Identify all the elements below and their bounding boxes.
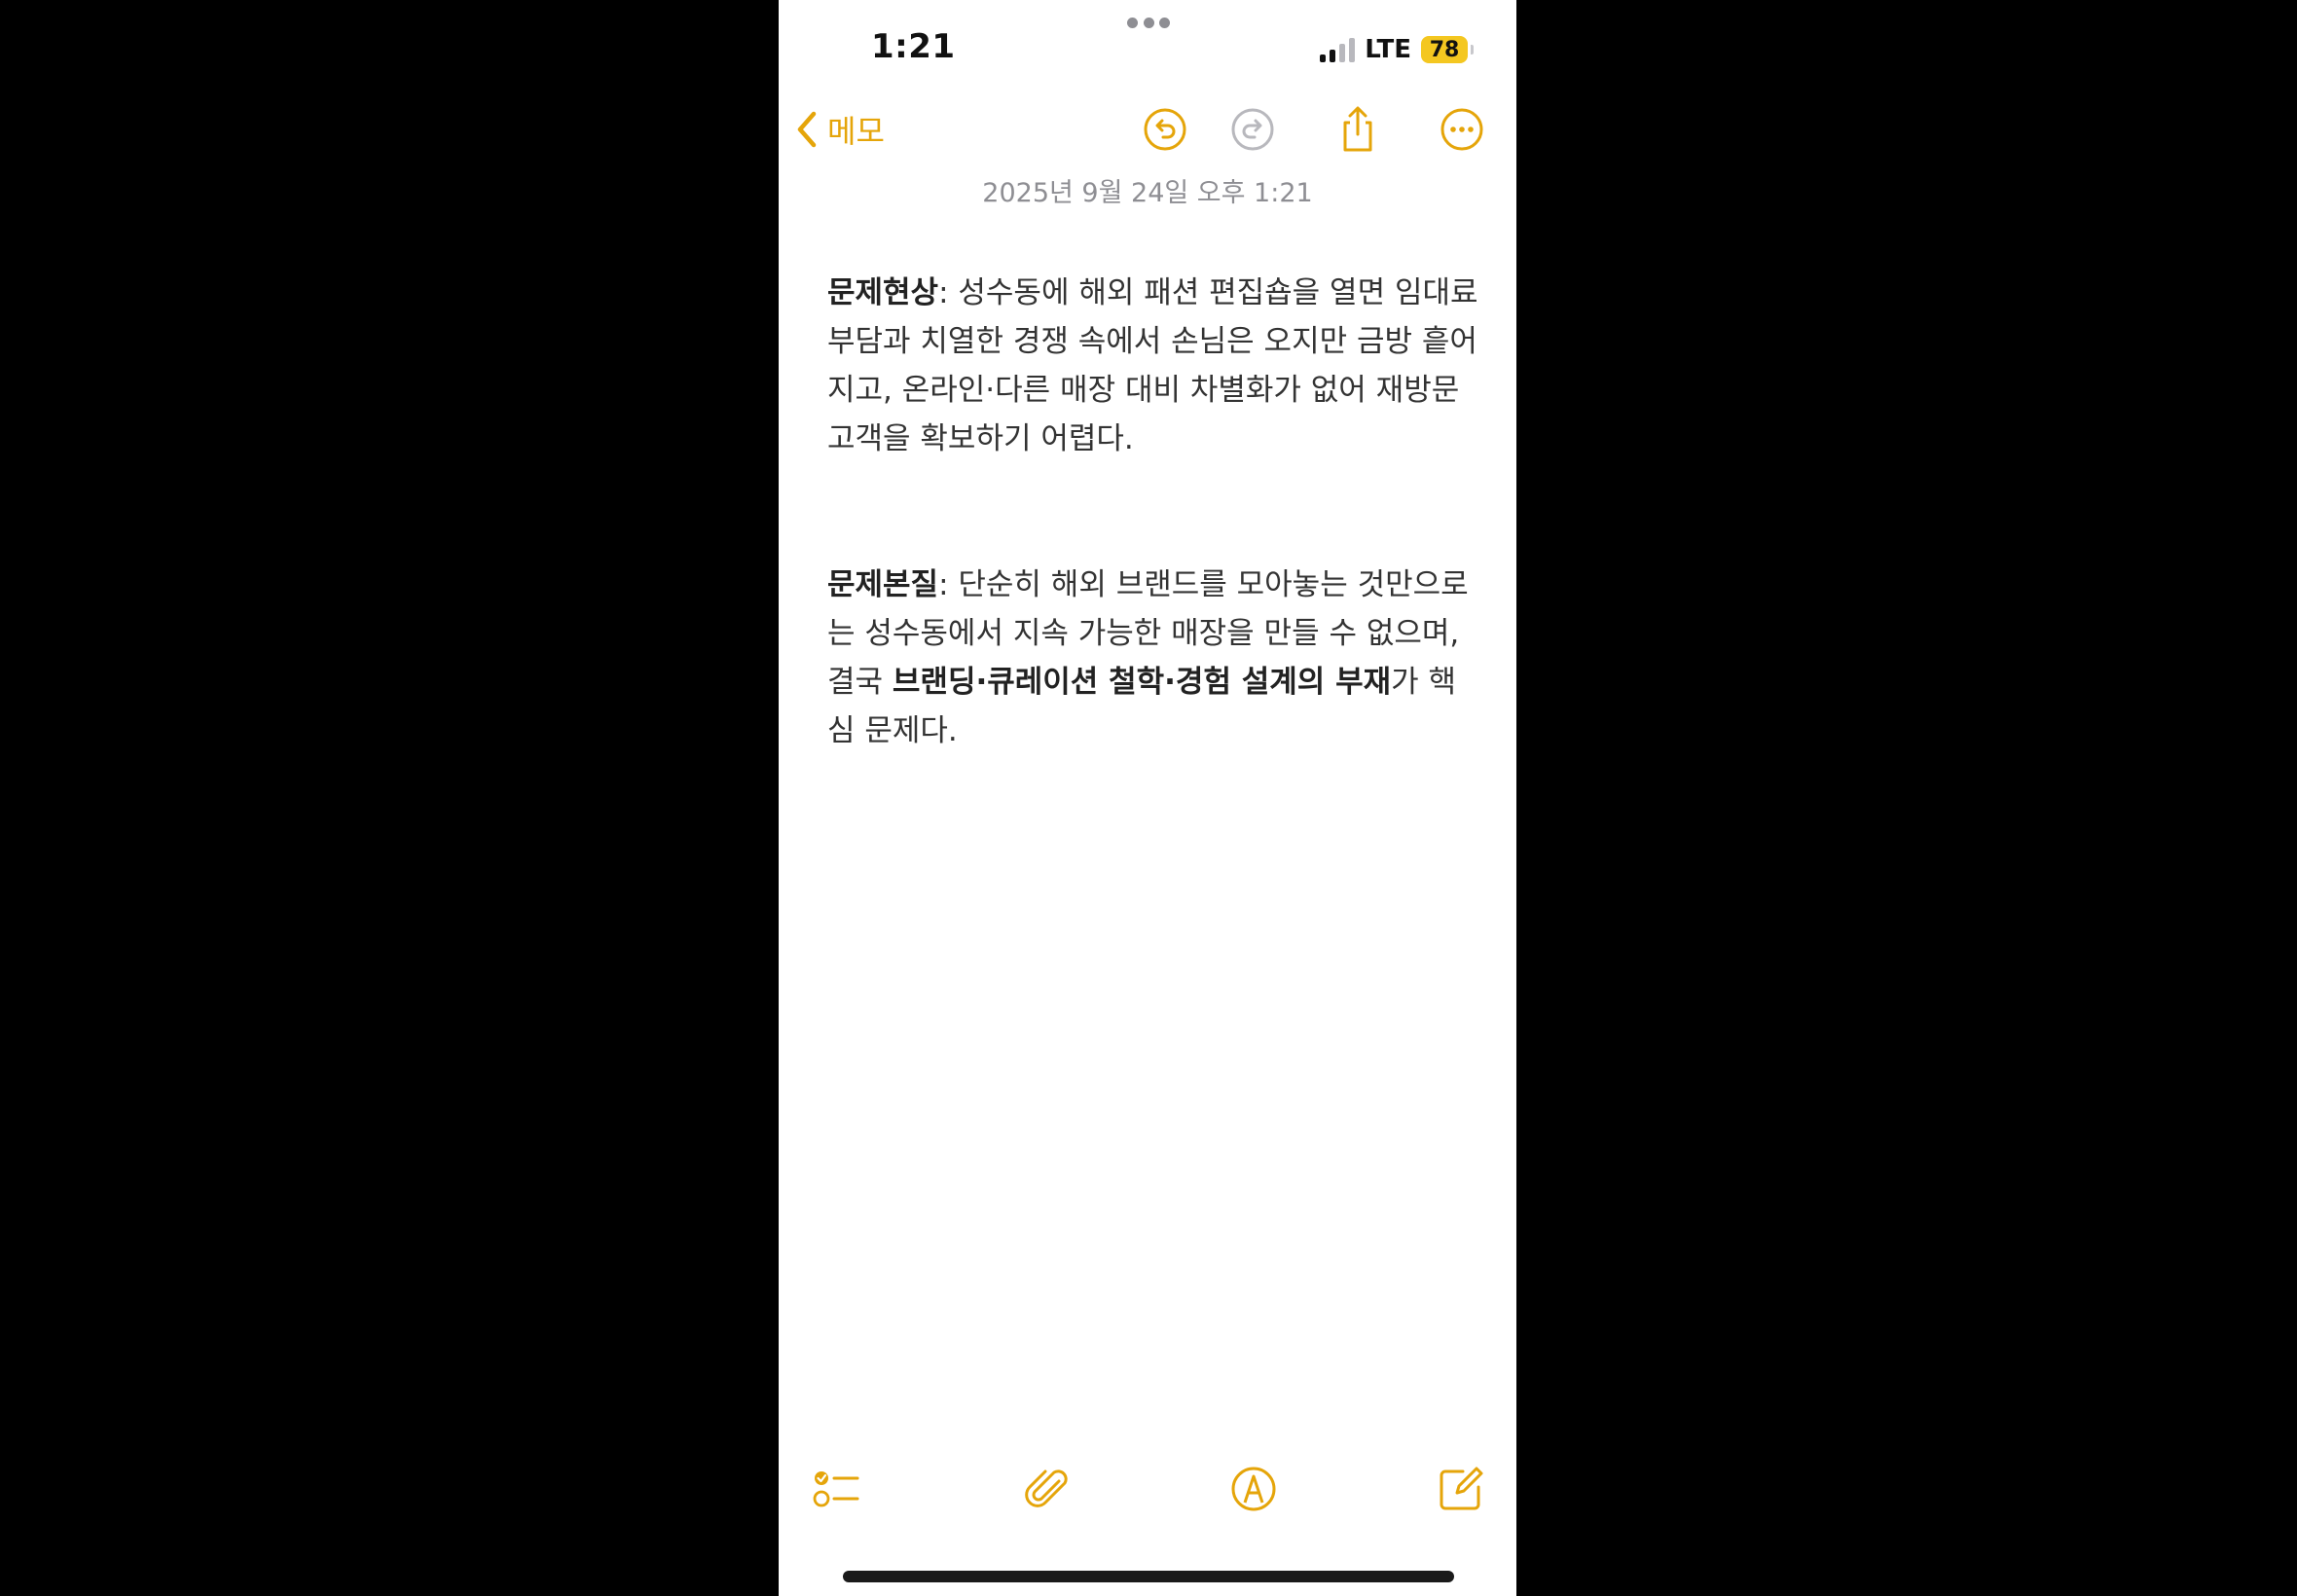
note-paragraph-problem-essence: 문제본질: 단순히 해외 브랜드를 모아놓는 것만으로는 성수동에서 지속 가능…: [827, 561, 1479, 755]
network-type: LTE: [1365, 35, 1411, 64]
markup-icon[interactable]: [1228, 1464, 1279, 1514]
cellular-signal-icon: [1320, 37, 1356, 62]
notes-app-screen: 1:21 LTE 78 메모 2025년 9월 24일 오후 1:21 문제현상…: [779, 0, 1516, 1596]
compose-icon[interactable]: [1436, 1464, 1486, 1514]
undo-icon[interactable]: [1141, 105, 1189, 154]
battery-icon: 78: [1421, 36, 1474, 63]
battery-level: 78: [1429, 37, 1460, 62]
multitasking-grabber[interactable]: [1127, 17, 1170, 28]
home-indicator[interactable]: [843, 1571, 1454, 1582]
more-icon[interactable]: [1438, 105, 1486, 154]
bottom-toolbar: [779, 1460, 1516, 1518]
checklist-icon[interactable]: [811, 1464, 861, 1514]
status-time: 1:21: [871, 27, 956, 66]
share-icon[interactable]: [1333, 105, 1382, 154]
status-indicators: LTE 78: [1320, 33, 1474, 66]
note-body[interactable]: 문제현상: 성수동에 해외 패션 편집숍을 열면 임대료 부담과 치열한 경쟁 …: [827, 269, 1479, 755]
redo-icon[interactable]: [1228, 105, 1277, 154]
problem-essence-label: 문제본질: [827, 567, 939, 602]
problem-essence-bold: 브랜딩·큐레이션 철학·경험 설계의 부재: [892, 665, 1392, 700]
back-button[interactable]: 메모: [794, 107, 885, 152]
note-date: 2025년 9월 24일 오후 1:21: [982, 178, 1313, 208]
note-paragraph-problem-symptom: 문제현상: 성수동에 해외 패션 편집숍을 열면 임대료 부담과 치열한 경쟁 …: [827, 269, 1479, 463]
back-label: 메모: [827, 113, 885, 150]
chevron-left-icon: [797, 111, 817, 148]
attachment-icon[interactable]: [1022, 1464, 1073, 1514]
problem-symptom-label: 문제현상: [827, 275, 939, 310]
note-navigation-bar: 메모: [779, 97, 1516, 163]
